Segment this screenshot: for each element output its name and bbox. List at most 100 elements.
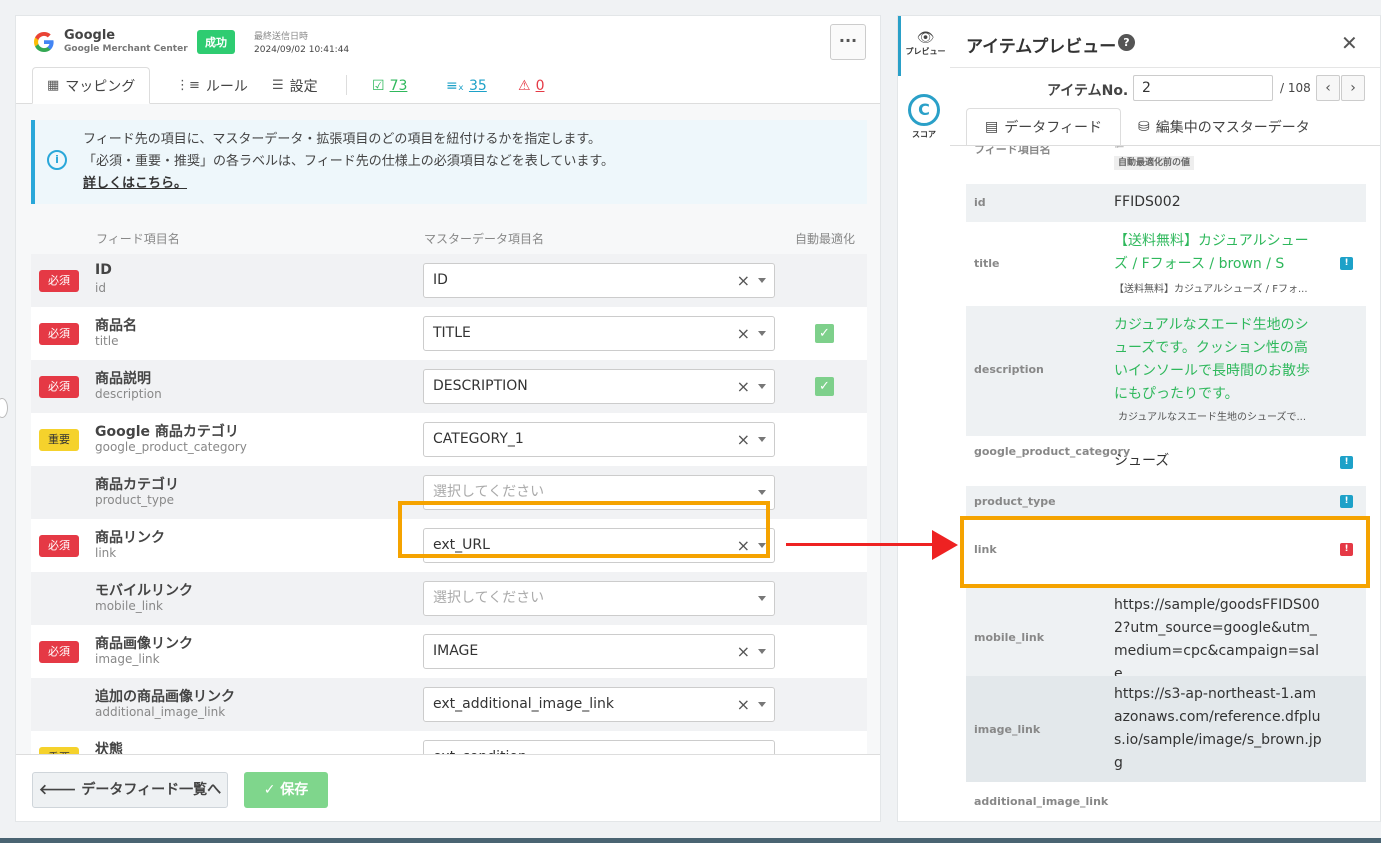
required-tag: 必須 <box>39 535 79 557</box>
tab-data-feed[interactable]: ▤ データフィード <box>966 108 1121 146</box>
master-field-select[interactable]: ext_additional_image_link × <box>423 687 775 722</box>
side-tab-score[interactable]: C スコア <box>898 94 950 144</box>
clear-icon[interactable]: × <box>737 688 750 721</box>
tab-divider <box>346 75 347 95</box>
master-field-select[interactable]: CATEGORY_1 × <box>423 422 775 457</box>
save-button[interactable]: ✓ 保存 <box>244 772 328 808</box>
field-name: モバイルリンク <box>95 583 193 599</box>
auto-opt-checkbox[interactable]: ✓ <box>815 324 834 343</box>
chevron-down-icon[interactable] <box>758 702 766 707</box>
info-flag-icon[interactable]: ! <box>1340 257 1353 270</box>
tab-master-data[interactable]: ⛁ 編集中のマスターデータ <box>1138 108 1310 146</box>
field-key: image_link <box>95 652 160 666</box>
settings-icon: ☰ <box>272 78 284 93</box>
chevron-down-icon[interactable] <box>758 278 766 283</box>
auto-opt-checkbox[interactable]: ✓ <box>815 377 834 396</box>
preview-header-row: フィード項目名 値 自動最適化前の値 <box>966 146 1366 184</box>
tab-rule[interactable]: ⋮≡ ルール <box>176 67 248 104</box>
preview-key: google_product_category <box>974 445 1131 458</box>
info-box: i フィード先の項目に、マスターデータ・拡張項目のどの項目を紐付けるかを指定しま… <box>31 120 867 204</box>
master-field-select[interactable]: ID × <box>423 263 775 298</box>
stat-excluded-count[interactable]: 35 <box>469 78 487 94</box>
master-field-select[interactable]: IMAGE × <box>423 634 775 669</box>
more-options-button[interactable]: ··· <box>830 24 866 60</box>
clear-icon[interactable]: × <box>737 635 750 668</box>
side-tab-preview[interactable]: 👁 プレビュー <box>898 16 950 76</box>
info-link[interactable]: 詳しくはこちら。 <box>83 176 187 191</box>
tab-label: 設定 <box>289 78 318 95</box>
chevron-down-icon[interactable] <box>758 649 766 654</box>
stat-ok-count[interactable]: 73 <box>390 78 408 94</box>
clear-icon[interactable]: × <box>737 423 750 456</box>
collapse-handle[interactable] <box>0 398 8 418</box>
required-tag: 必須 <box>39 641 79 663</box>
tab-label: マッピング <box>65 78 136 95</box>
tab-label: 編集中のマスターデータ <box>1155 120 1310 136</box>
field-key: mobile_link <box>95 599 163 613</box>
stat-ok[interactable]: ☑ 73 <box>372 67 407 104</box>
field-key: link <box>95 546 117 560</box>
field-name: 商品画像リンク <box>95 636 193 652</box>
preview-table[interactable]: フィード項目名 値 自動最適化前の値 id FFIDS002 title 【送料… <box>966 146 1366 821</box>
prev-item-button[interactable]: ‹ <box>1316 75 1340 101</box>
preview-title: アイテムプレビュー <box>966 37 1117 57</box>
stat-warning[interactable]: ⚠ 0 <box>518 67 544 104</box>
mapping-row: モバイルリンク mobile_link 選択してください <box>31 572 867 625</box>
warning-icon: ⚠ <box>518 77 531 94</box>
field-key: title <box>95 334 119 348</box>
preview-key: title <box>974 257 1000 270</box>
field-key: product_type <box>95 493 174 507</box>
master-field-select[interactable]: 選択してください <box>423 581 775 616</box>
preview-value: https://s3-ap-northeast-1.amazonaws.com/… <box>1114 686 1322 771</box>
item-no-input[interactable]: 2 <box>1133 75 1273 101</box>
back-to-feed-list-button[interactable]: 🡐 データフィード一覧へ <box>32 772 228 808</box>
last-sent-label: 最終送信日時 <box>254 32 309 42</box>
feed-tabs: ▦ マッピング ⋮≡ ルール ☰ 設定 ☑ 73 ≡ₓ 35 ⚠ 0 <box>16 67 880 104</box>
master-field-select[interactable]: TITLE × <box>423 316 775 351</box>
stat-warning-count[interactable]: 0 <box>536 78 545 94</box>
preview-col-key: フィード項目名 <box>974 146 1051 156</box>
last-sent-time: 2024/09/02 10:41:44 <box>254 45 350 55</box>
annotation-arrow-head <box>932 530 958 560</box>
tab-label: ルール <box>205 78 248 95</box>
preview-row: product_type ! <box>966 486 1366 516</box>
preview-row: description カジュアルなスエード生地のシューズです。クッション性の高… <box>966 306 1366 436</box>
clear-icon[interactable]: × <box>737 370 750 403</box>
info-flag-icon[interactable]: ! <box>1340 495 1353 508</box>
select-value: IMAGE <box>433 643 479 659</box>
stat-excluded[interactable]: ≡ₓ 35 <box>446 67 487 104</box>
mapping-row: 必須 商品画像リンク image_link IMAGE × <box>31 625 867 678</box>
field-name: Google 商品カテゴリ <box>95 424 239 440</box>
tab-mapping[interactable]: ▦ マッピング <box>32 67 151 104</box>
select-placeholder: 選択してください <box>433 590 545 606</box>
chevron-down-icon[interactable] <box>758 331 766 336</box>
chevron-down-icon[interactable] <box>758 596 766 601</box>
chevron-down-icon[interactable] <box>758 437 766 442</box>
side-tab-label: スコア <box>912 130 936 139</box>
preview-value: カジュアルなスエード生地のシューズです。クッション性の高いインソールで長時間のお… <box>1114 317 1310 402</box>
chevron-down-icon[interactable] <box>758 490 766 495</box>
clear-icon[interactable]: × <box>737 264 750 297</box>
brand-subtitle: Google Merchant Center <box>64 44 188 54</box>
select-value: DESCRIPTION <box>433 378 528 394</box>
col-auto-opt: 自動最適化 <box>795 232 856 246</box>
info-flag-icon[interactable]: ! <box>1340 456 1353 469</box>
save-label: 保存 <box>280 782 309 798</box>
col-master-field: マスターデータ項目名 <box>424 232 545 246</box>
field-key: id <box>95 281 106 295</box>
highlight-box-mapping <box>398 501 770 558</box>
master-field-select[interactable]: DESCRIPTION × <box>423 369 775 404</box>
item-preview-panel: 👁 プレビュー C スコア アイテムプレビュー ? ✕ アイテムNo. 2 / … <box>897 15 1381 822</box>
select-value: ID <box>433 272 448 288</box>
clear-icon[interactable]: × <box>737 317 750 350</box>
help-icon[interactable]: ? <box>1118 34 1135 51</box>
tab-settings[interactable]: ☰ 設定 <box>272 67 318 104</box>
chevron-down-icon[interactable] <box>758 384 766 389</box>
select-value: CATEGORY_1 <box>433 431 524 447</box>
preview-key: image_link <box>974 723 1041 736</box>
check-list-icon: ☑ <box>372 77 385 94</box>
next-item-button[interactable]: › <box>1341 75 1365 101</box>
important-tag: 重要 <box>39 429 79 451</box>
close-icon[interactable]: ✕ <box>1341 31 1358 55</box>
divider <box>950 67 1380 68</box>
